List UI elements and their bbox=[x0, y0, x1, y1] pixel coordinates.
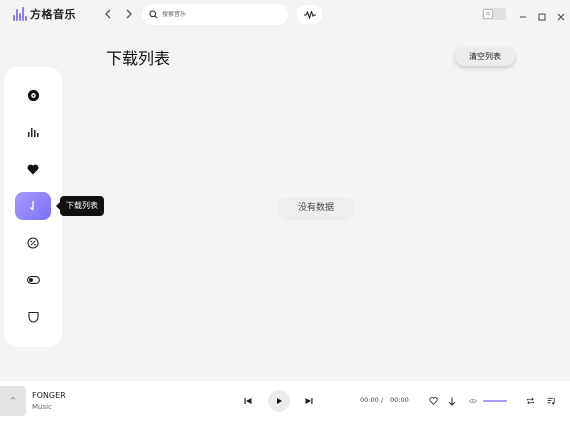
clear-list-button[interactable]: 清空列表 bbox=[455, 47, 515, 66]
empty-state-message: 没有数据 bbox=[277, 197, 355, 220]
arrow-down-icon bbox=[448, 397, 456, 406]
sun-icon: ☼ bbox=[483, 9, 493, 19]
sidebar bbox=[4, 67, 62, 347]
chevron-left-icon bbox=[105, 9, 111, 19]
close-icon bbox=[557, 13, 565, 21]
logo-waveform-icon bbox=[13, 7, 27, 21]
download-icon bbox=[30, 201, 34, 211]
song-title: FONGER bbox=[32, 391, 66, 400]
repeat-button[interactable] bbox=[524, 395, 536, 407]
like-button[interactable] bbox=[427, 395, 439, 407]
back-button[interactable] bbox=[101, 7, 115, 23]
sidebar-item-disc[interactable] bbox=[15, 81, 51, 109]
title-bar: 方格音乐 ☼ bbox=[0, 0, 570, 30]
heart-outline-icon bbox=[428, 397, 438, 405]
sidebar-item-discount[interactable] bbox=[15, 229, 51, 257]
eye-volume-icon bbox=[469, 398, 477, 404]
repeat-icon bbox=[526, 397, 534, 405]
app-title: 方格音乐 bbox=[30, 8, 76, 21]
waveform-icon bbox=[303, 10, 316, 19]
playlist-button[interactable] bbox=[545, 395, 557, 407]
percent-icon bbox=[27, 237, 39, 249]
next-button[interactable] bbox=[303, 395, 315, 407]
chart-bars-icon bbox=[28, 128, 39, 137]
toggle-icon bbox=[26, 276, 40, 284]
search-icon bbox=[149, 10, 158, 19]
heart-icon bbox=[27, 164, 39, 174]
sidebar-item-favorites[interactable] bbox=[15, 155, 51, 183]
theme-toggle[interactable]: ☼ bbox=[482, 8, 506, 20]
chevron-right-icon bbox=[126, 9, 132, 19]
song-artist: Music bbox=[32, 403, 52, 411]
total-time: 00:00 bbox=[390, 396, 409, 404]
search-box[interactable] bbox=[142, 4, 288, 25]
maximize-icon bbox=[538, 13, 546, 21]
maximize-button[interactable] bbox=[536, 8, 548, 21]
page-title: 下载列表 bbox=[106, 49, 171, 68]
minimize-icon bbox=[520, 16, 526, 18]
sidebar-item-downloads[interactable] bbox=[15, 192, 51, 220]
sidebar-item-shield[interactable] bbox=[15, 303, 51, 331]
volume-slider[interactable] bbox=[483, 400, 507, 402]
app-logo: 方格音乐 bbox=[13, 6, 76, 22]
download-track-button[interactable] bbox=[446, 395, 458, 407]
previous-button[interactable] bbox=[242, 395, 254, 407]
shield-icon bbox=[27, 311, 39, 323]
close-button[interactable] bbox=[555, 8, 567, 21]
sidebar-item-toggle[interactable] bbox=[15, 266, 51, 294]
current-time: 00:00 bbox=[360, 396, 379, 404]
play-button[interactable] bbox=[268, 390, 290, 412]
skip-back-icon bbox=[244, 398, 252, 404]
sidebar-tooltip: 下载列表 bbox=[56, 196, 104, 216]
play-icon bbox=[277, 398, 282, 404]
audio-wave-button[interactable] bbox=[297, 5, 322, 24]
player-bar: ^ FONGER Music 00:00 / 00:00 bbox=[0, 381, 570, 430]
forward-button[interactable] bbox=[122, 7, 136, 23]
disc-icon bbox=[27, 89, 39, 101]
playlist-icon bbox=[547, 397, 555, 405]
skip-forward-icon bbox=[305, 398, 313, 404]
volume-button[interactable] bbox=[467, 395, 479, 407]
time-separator: / bbox=[381, 396, 384, 404]
sidebar-item-charts[interactable] bbox=[15, 118, 51, 146]
volume-slider-fill bbox=[483, 400, 507, 402]
minimize-button[interactable] bbox=[517, 8, 529, 20]
expand-player-button[interactable]: ^ bbox=[0, 386, 26, 416]
search-input[interactable] bbox=[162, 11, 272, 18]
